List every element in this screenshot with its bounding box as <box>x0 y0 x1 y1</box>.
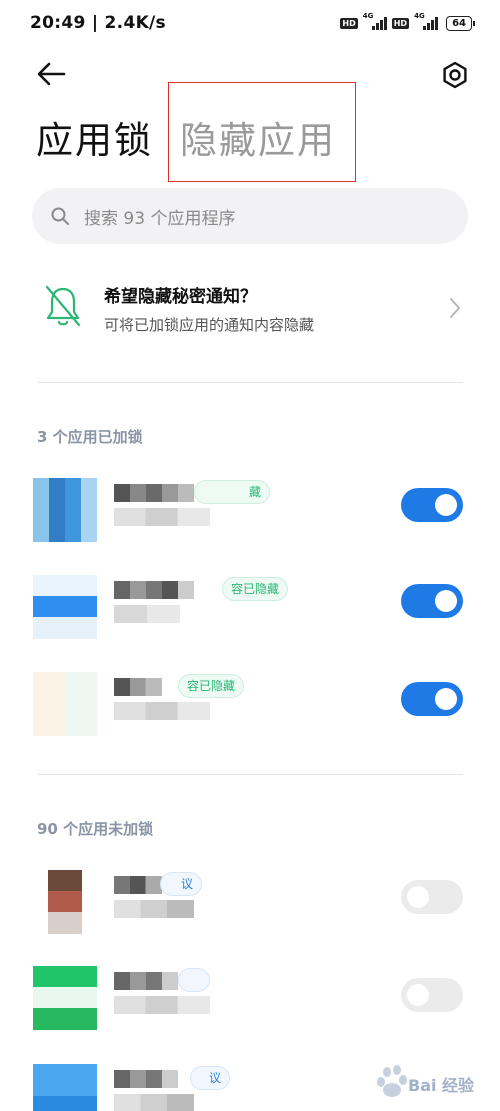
app-subtitle-redacted <box>114 605 180 623</box>
signal-icon: 4G <box>414 12 439 30</box>
hidden-badge: 容已隐藏 <box>178 674 245 698</box>
app-icon <box>33 966 97 1030</box>
back-button[interactable] <box>34 58 68 90</box>
hidden-badge: 容已隐藏 <box>222 577 289 601</box>
locked-section-header: 3 个应用已加锁 <box>37 428 143 446</box>
chevron-right-icon <box>450 298 460 318</box>
lock-toggle[interactable] <box>401 880 463 914</box>
app-subtitle-redacted <box>114 996 210 1014</box>
app-name-redacted <box>114 1070 178 1088</box>
lock-toggle[interactable] <box>401 682 463 716</box>
lock-toggle[interactable] <box>401 978 463 1012</box>
status-icons: HD 4G HD 4G 64 <box>340 12 475 31</box>
watermark-text: Bai 经验 <box>408 1076 475 1095</box>
unlocked-app-row[interactable]: 议 <box>0 852 500 942</box>
notice-subtitle: 可将已加锁应用的通知内容隐藏 <box>104 316 315 334</box>
hide-notifications-row[interactable]: 希望隐藏秘密通知？ 可将已加锁应用的通知内容隐藏 <box>0 270 500 346</box>
app-subtitle-redacted <box>114 508 210 526</box>
status-time: 20:49 | 2.4K/s <box>30 13 166 33</box>
lock-toggle[interactable] <box>401 584 463 618</box>
lock-toggle[interactable] <box>401 488 463 522</box>
tab-app-lock[interactable]: 应用锁 <box>36 112 153 170</box>
app-icon <box>33 672 97 736</box>
locked-app-row[interactable]: 藏 <box>0 460 500 550</box>
gear-icon <box>443 61 467 89</box>
suggested-badge <box>178 968 210 992</box>
back-arrow-icon <box>37 62 66 86</box>
bell-off-icon <box>45 285 81 327</box>
app-name-redacted <box>114 972 178 990</box>
suggested-badge: 议 <box>190 1066 230 1090</box>
notice-title: 希望隐藏秘密通知？ <box>104 287 257 307</box>
app-name-redacted <box>114 484 194 502</box>
search-placeholder: 搜索 93 个应用程序 <box>84 208 236 229</box>
app-subtitle-redacted <box>114 702 210 720</box>
app-subtitle-redacted <box>114 900 194 918</box>
unlocked-app-row[interactable] <box>0 948 500 1038</box>
search-bar[interactable]: 搜索 93 个应用程序 <box>32 188 468 244</box>
app-name-redacted <box>114 876 162 894</box>
app-icon <box>33 478 97 542</box>
hd-badge: HD <box>391 17 410 29</box>
locked-app-row[interactable]: 容已隐藏 <box>0 557 500 647</box>
search-icon <box>51 207 69 225</box>
hidden-badge: 藏 <box>194 480 270 504</box>
app-icon <box>48 870 82 934</box>
settings-button[interactable] <box>440 60 470 90</box>
status-bar: 20:49 | 2.4K/s HD 4G HD 4G 64 <box>0 0 500 46</box>
highlight-annotation-box <box>168 82 356 182</box>
app-name-redacted <box>114 581 194 599</box>
app-icon <box>33 575 97 639</box>
locked-app-row[interactable]: 容已隐藏 <box>0 654 500 744</box>
battery-icon: 64 <box>446 15 475 31</box>
suggested-badge: 议 <box>160 872 202 896</box>
app-subtitle-redacted <box>114 1094 194 1111</box>
divider <box>37 774 463 775</box>
unlocked-section-header: 90 个应用未加锁 <box>37 820 154 838</box>
divider <box>37 382 463 383</box>
hd-badge: HD <box>340 17 358 29</box>
app-icon <box>33 1064 97 1111</box>
signal-icon: 4G <box>363 12 387 30</box>
app-name-redacted <box>114 678 162 696</box>
